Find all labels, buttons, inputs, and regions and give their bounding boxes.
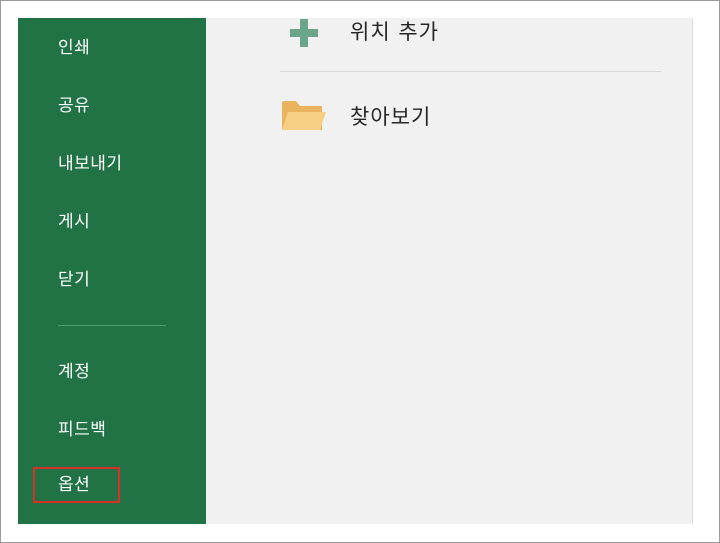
main-content: 위치 추가 찾아보기: [206, 18, 692, 524]
folder-icon: [282, 101, 326, 130]
sidebar-item-export[interactable]: 내보내기: [58, 149, 123, 179]
content-edge: [692, 18, 693, 524]
backstage-sidebar: 인쇄 공유 내보내기 게시 닫기 계정 피드백 옵션: [18, 18, 206, 524]
plus-icon: [290, 19, 318, 47]
location-divider: [280, 71, 662, 72]
sidebar-item-share[interactable]: 공유: [58, 91, 90, 121]
sidebar-item-print[interactable]: 인쇄: [58, 33, 90, 63]
options-highlight-box: [33, 467, 120, 503]
sidebar-item-close[interactable]: 닫기: [58, 265, 90, 295]
add-location-button[interactable]: 위치 추가: [206, 13, 506, 53]
sidebar-item-feedback[interactable]: 피드백: [58, 415, 106, 445]
sidebar-divider: [58, 325, 166, 326]
sidebar-item-publish[interactable]: 게시: [58, 207, 90, 237]
sidebar-item-account[interactable]: 계정: [58, 357, 90, 387]
browse-label: 찾아보기: [350, 105, 432, 129]
browse-button[interactable]: 찾아보기: [206, 96, 506, 136]
add-location-label: 위치 추가: [350, 20, 439, 44]
